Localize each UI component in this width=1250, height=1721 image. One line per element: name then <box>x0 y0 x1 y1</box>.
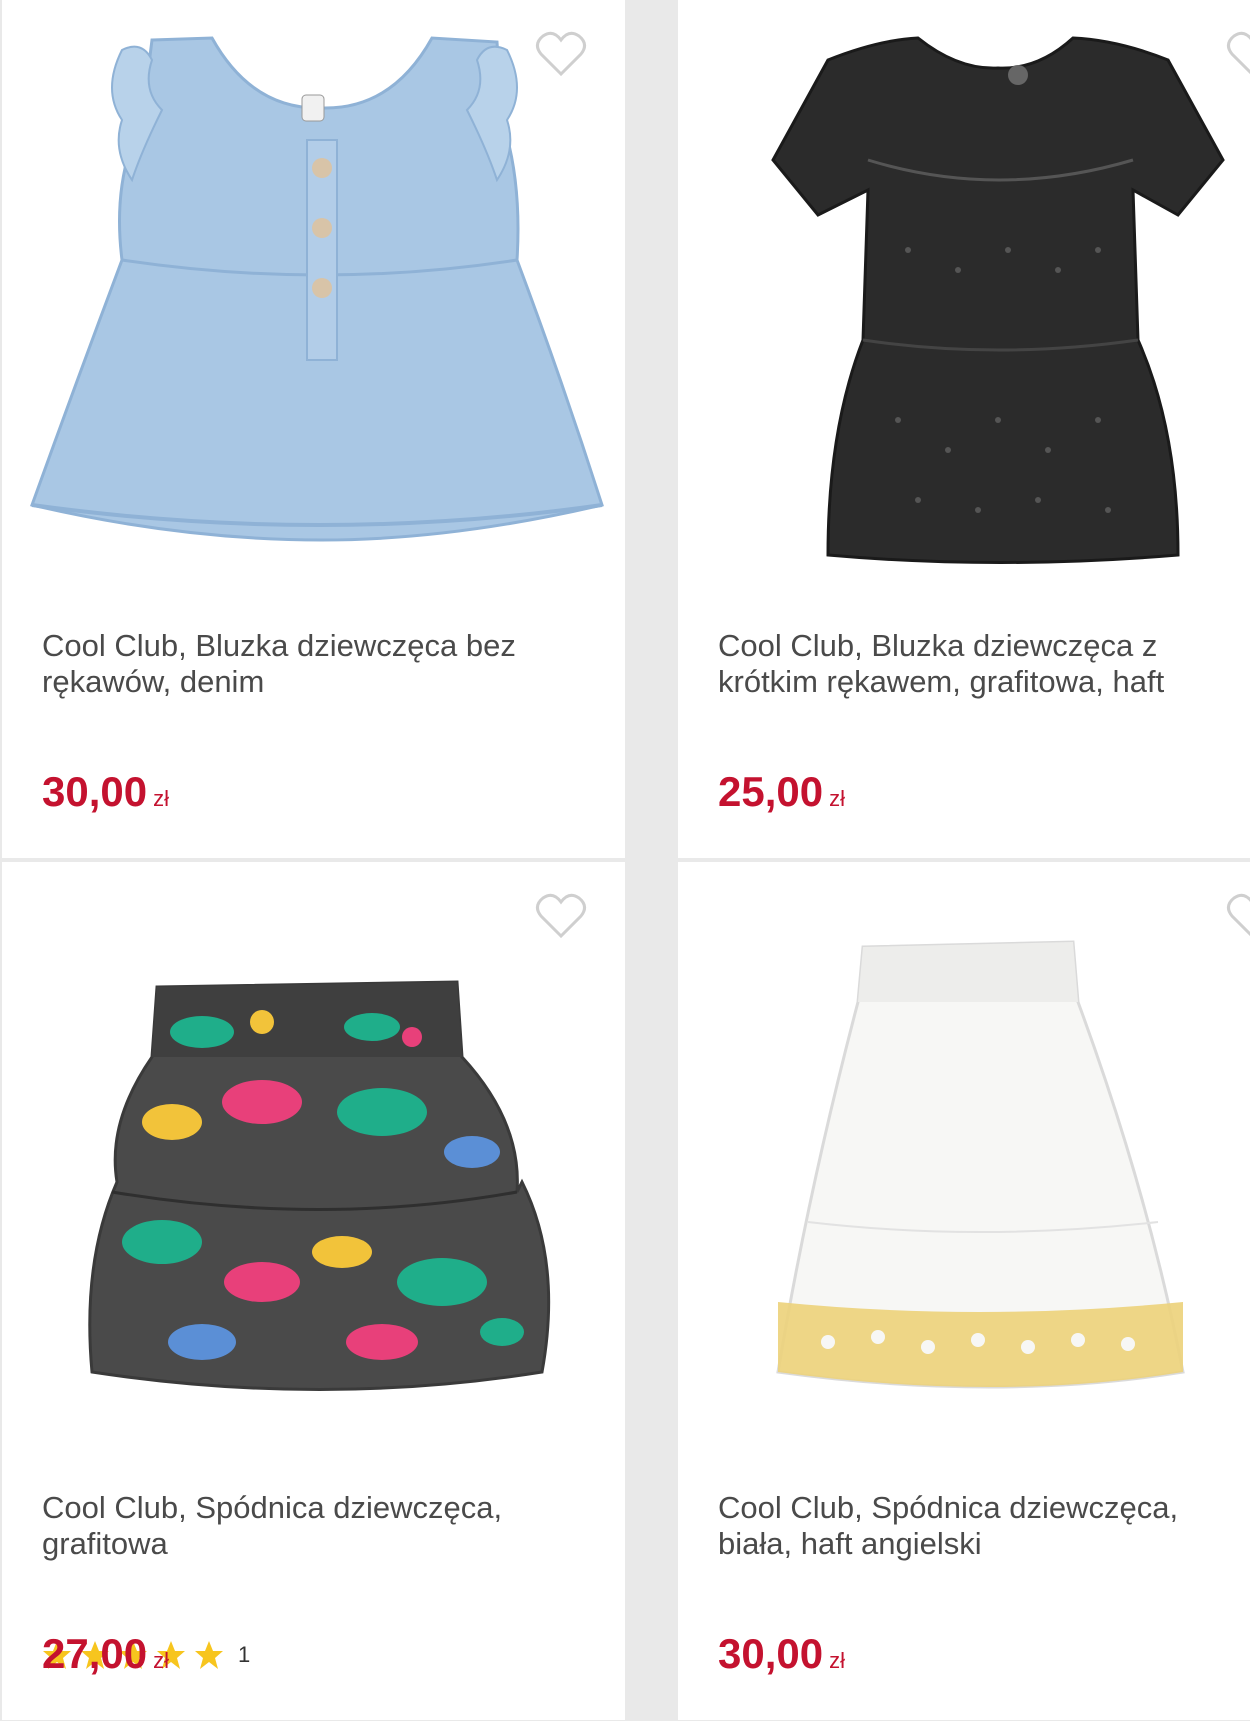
product-card[interactable]: Cool Club, Bluzka dziewczęca z krótkim r… <box>678 0 1250 858</box>
price-value: 30,00 <box>42 768 148 815</box>
favorite-heart-icon[interactable] <box>1226 892 1250 940</box>
rating-count: 1 <box>238 1642 251 1667</box>
product-image[interactable] <box>2 0 625 590</box>
product-image[interactable] <box>678 862 1250 1452</box>
product-title[interactable]: Cool Club, Bluzka dziewczęca bez rękawów… <box>42 628 605 700</box>
product-title[interactable]: Cool Club, Spódnica dziewczęca, grafitow… <box>42 1490 605 1562</box>
product-grid: Cool Club, Bluzka dziewczęca bez rękawów… <box>0 0 1250 1721</box>
price-value: 25,00 <box>718 768 824 815</box>
product-card[interactable]: Cool Club, Spódnica dziewczęca, biała, h… <box>678 862 1250 1720</box>
price-currency: zł <box>153 1648 169 1673</box>
product-card[interactable]: Cool Club, Spódnica dziewczęca, grafitow… <box>2 862 625 1720</box>
favorite-heart-icon[interactable] <box>535 30 587 78</box>
product-image[interactable] <box>2 862 625 1452</box>
product-card[interactable]: Cool Club, Bluzka dziewczęca bez rękawów… <box>2 0 625 858</box>
white-skirt-illustration <box>776 940 1185 1389</box>
favorite-heart-icon[interactable] <box>535 892 587 940</box>
product-image[interactable] <box>678 0 1250 590</box>
price-value: 27,00 <box>42 1630 148 1677</box>
denim-blouse-illustration <box>30 36 604 542</box>
product-price: 30,00 zł <box>42 768 169 823</box>
star-icon <box>195 1641 223 1669</box>
price-currency: zł <box>829 786 845 811</box>
product-price: 25,00 zł <box>718 768 845 823</box>
product-price: 27,00 zł <box>42 1630 169 1685</box>
product-price: 30,00 zł <box>718 1630 845 1685</box>
price-currency: zł <box>153 786 169 811</box>
graphite-blouse-illustration <box>771 36 1225 564</box>
favorite-heart-icon[interactable] <box>1226 30 1250 78</box>
product-title[interactable]: Cool Club, Spódnica dziewczęca, biała, h… <box>718 1490 1232 1562</box>
floral-skirt-illustration <box>88 980 551 1391</box>
price-value: 30,00 <box>718 1630 824 1677</box>
price-currency: zł <box>829 1648 845 1673</box>
product-title[interactable]: Cool Club, Bluzka dziewczęca z krótkim r… <box>718 628 1232 700</box>
